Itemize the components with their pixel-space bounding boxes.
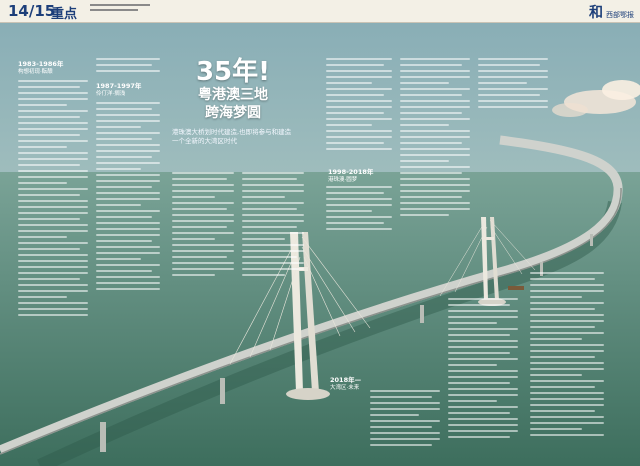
page-number: 14/15: [8, 2, 56, 20]
text-column-5b: [326, 186, 392, 236]
text-column-4: [242, 172, 304, 282]
text-column-6: [400, 58, 470, 228]
text-column-7: [478, 58, 548, 118]
headline-main: 35年!: [195, 57, 271, 87]
headline-block: 35年! 粤港澳三地 跨海梦圆 港珠澳大桥划时代建造,也即将参与和建造一个全新的…: [172, 58, 294, 146]
text-column-9: [530, 272, 604, 458]
header-meta-lines: [90, 4, 170, 11]
headline-sub-1: 粤港澳三地: [198, 87, 268, 103]
text-column-8: [448, 298, 518, 458]
section-title: 重点: [51, 7, 78, 22]
text-column-2a: [96, 58, 160, 78]
era-label-4: 2018年— 大湾区·未来: [330, 376, 362, 391]
headline-deck: 港珠澳大桥划时代建造,也即将参与和建造一个全新的大湾区时代: [172, 128, 292, 145]
newspaper-page: 14/15 重点 和西部鄂报 35年! 粤港澳三地 跨海梦圆 港珠澳大桥划时代建…: [0, 0, 640, 466]
cloud: [552, 103, 588, 117]
boat: [508, 286, 524, 290]
era-label-1: 1983-1986年 构想初现·酝酿: [18, 60, 64, 75]
masthead-logo: 和西部鄂报: [589, 5, 634, 21]
text-column-2: [96, 102, 160, 302]
text-column-10: [370, 390, 440, 458]
text-column-1: [18, 80, 88, 340]
headline-sub-2: 跨海梦圆: [205, 105, 261, 121]
text-column-3: [172, 172, 234, 282]
page-header: 14/15 重点 和西部鄂报: [0, 0, 640, 23]
era-label-3: 1998-2018年 港珠澳·圆梦: [328, 168, 374, 183]
era-label-2: 1987-1997年 伶仃洋·搁浅: [96, 82, 142, 97]
text-column-5: [326, 58, 392, 158]
